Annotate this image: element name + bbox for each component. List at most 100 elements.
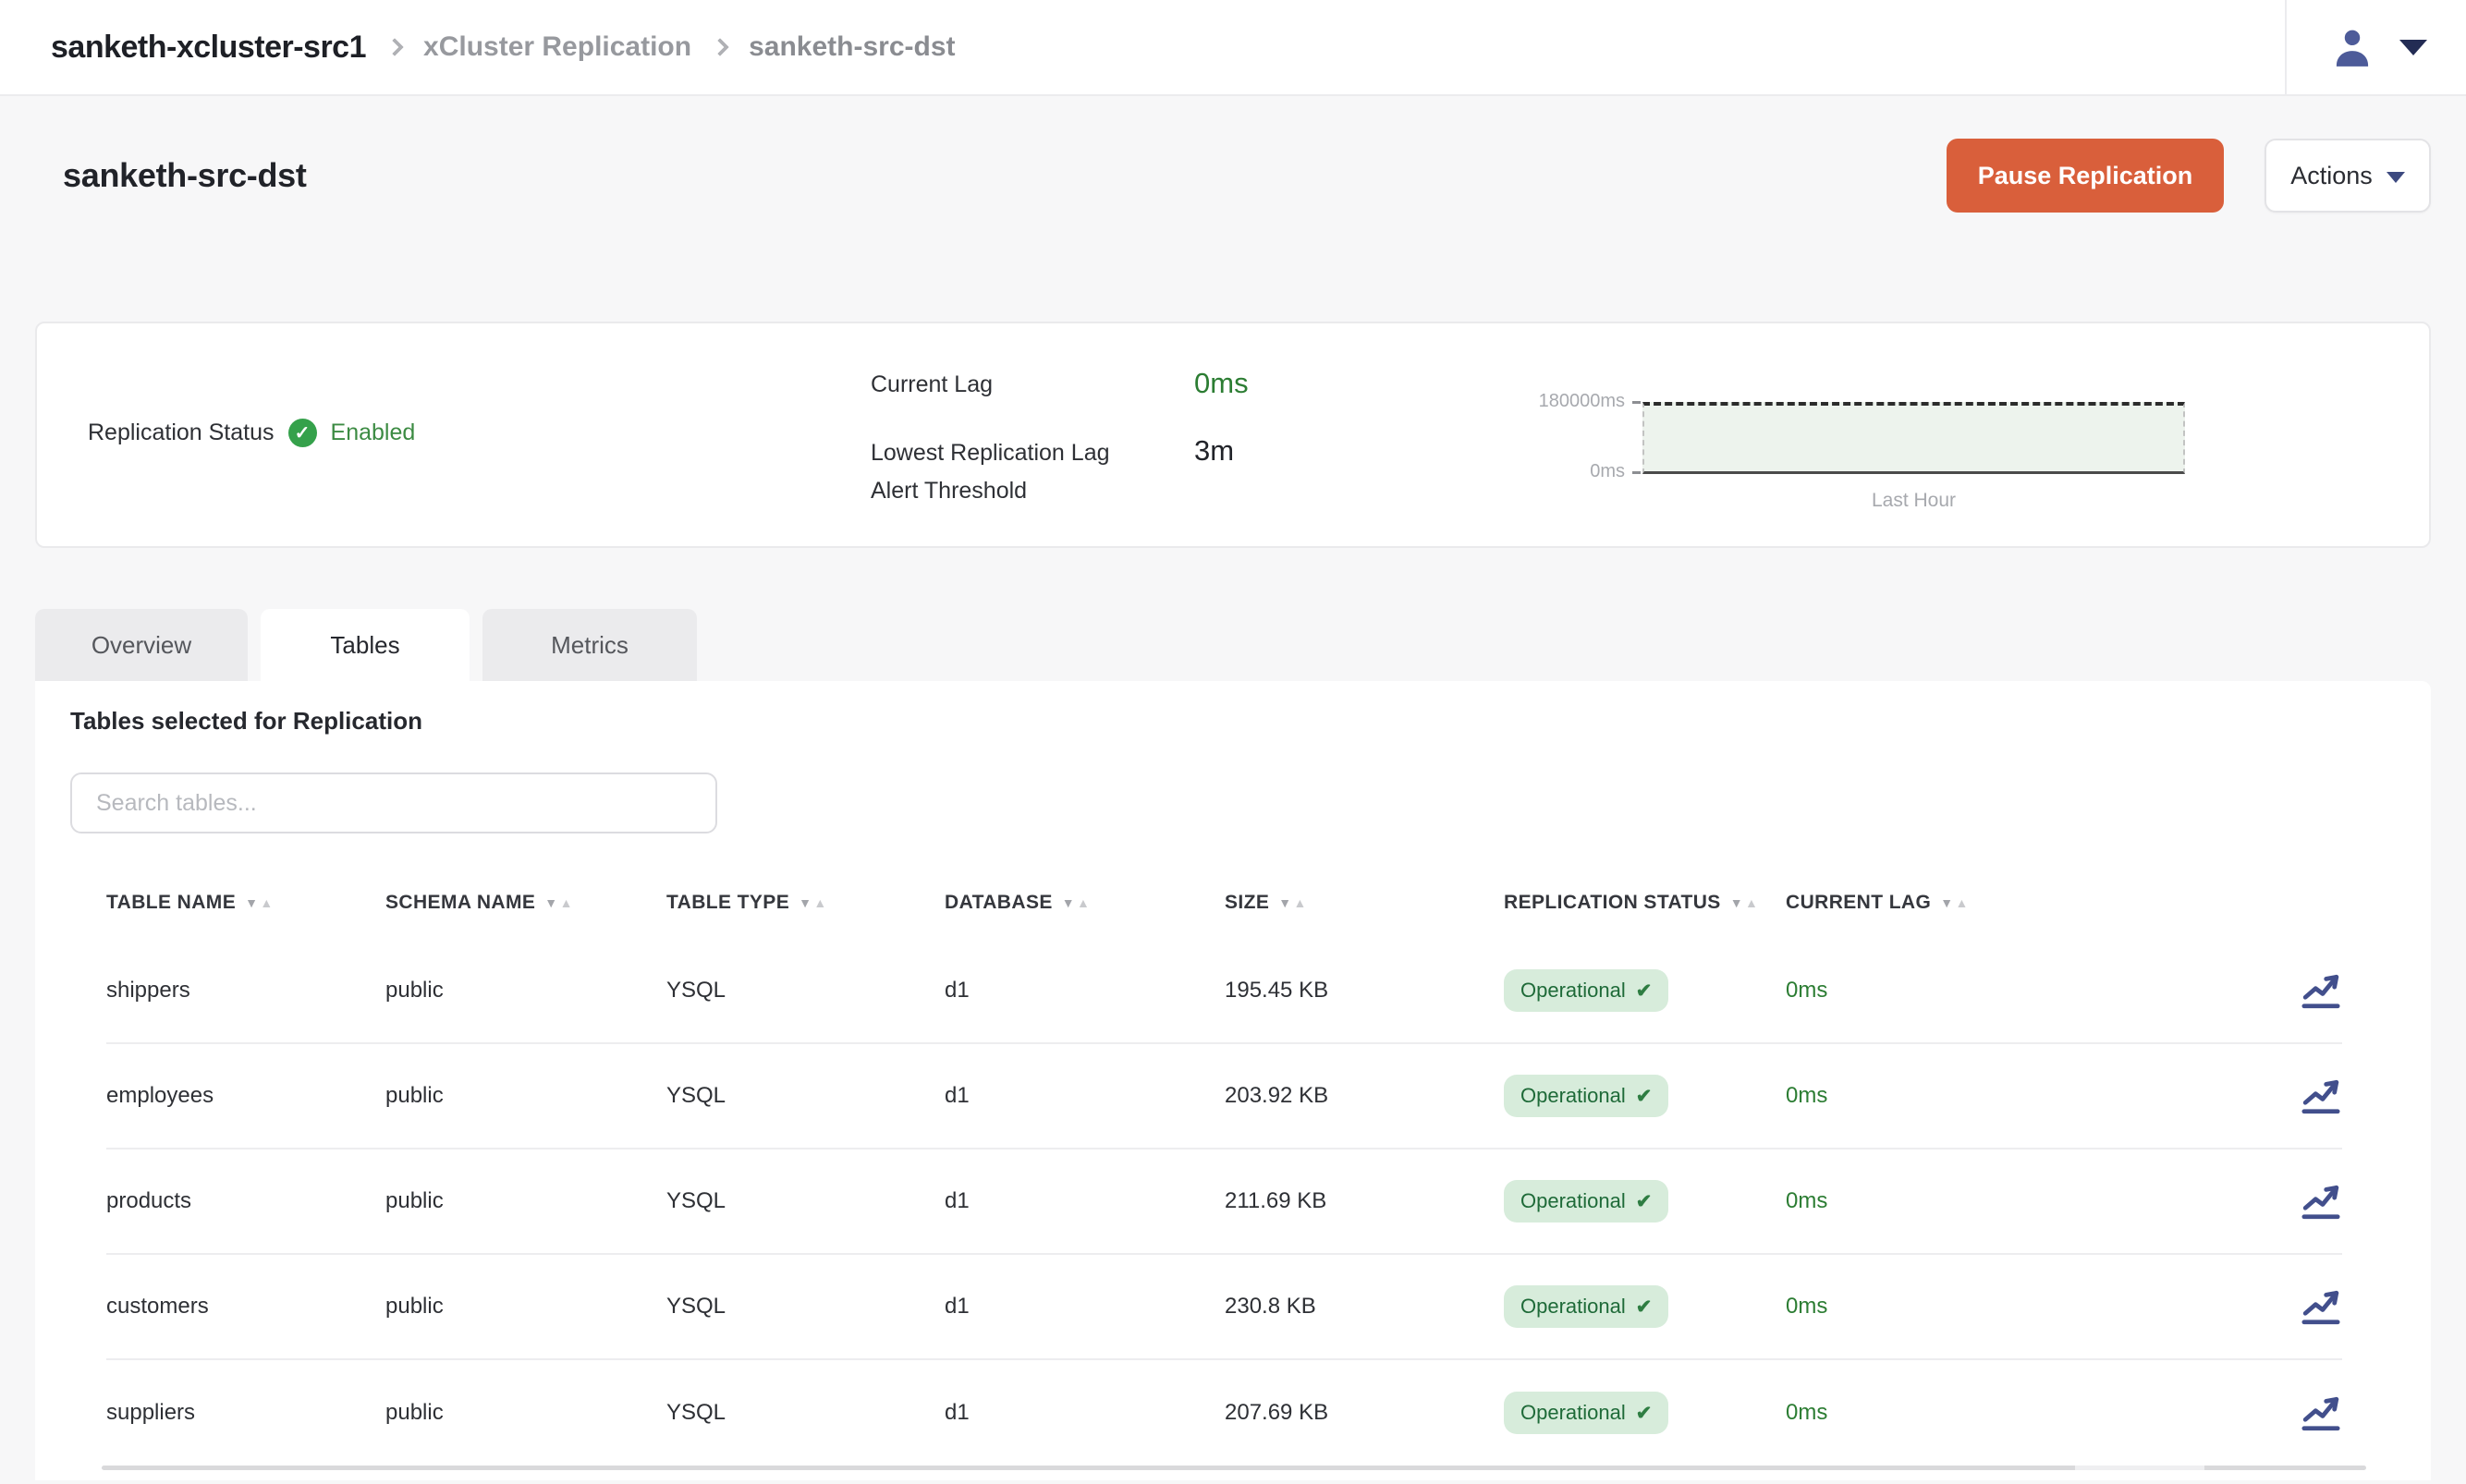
cell-table-type: YSQL: [666, 1294, 945, 1320]
page-header: sanketh-src-dst Pause Replication Action…: [35, 139, 2431, 213]
sort-icons: ▼▲: [544, 896, 573, 909]
table-row: shipperspublicYSQLd1195.45 KBOperational…: [106, 939, 2342, 1044]
breadcrumb-chevron-icon: [385, 38, 404, 56]
status-badge-label: Operational: [1520, 1189, 1626, 1213]
cell-size: 230.8 KB: [1225, 1294, 1504, 1320]
status-badge-check-icon: ✔: [1636, 1295, 1653, 1319]
page-title: sanketh-src-dst: [63, 156, 307, 195]
cell-size: 211.69 KB: [1225, 1188, 1504, 1214]
sort-asc-icon: ▲: [1956, 896, 1969, 909]
sort-desc-icon: ▼: [245, 896, 258, 909]
sort-asc-icon: ▲: [1745, 896, 1758, 909]
cell-schema-name: public: [385, 978, 666, 1004]
actions-button-label: Actions: [2290, 162, 2373, 190]
sort-desc-icon: ▼: [799, 896, 812, 909]
sort-icons: ▼▲: [1278, 896, 1307, 909]
cell-table-type: YSQL: [666, 978, 945, 1004]
column-header-schema-name[interactable]: SCHEMA NAME ▼▲: [385, 892, 666, 914]
trending-chart-icon: [2300, 1393, 2342, 1432]
column-header-replication-status[interactable]: REPLICATION STATUS▼▲: [1504, 892, 1786, 914]
lag-chart-ymin-tick: [1632, 471, 1641, 474]
tab-metrics[interactable]: Metrics: [482, 609, 697, 681]
cell-table-name: customers: [106, 1294, 385, 1320]
status-badge-label: Operational: [1520, 1084, 1626, 1108]
open-lag-chart-button[interactable]: [2300, 971, 2342, 1010]
cell-database: d1: [945, 978, 1225, 1004]
trending-chart-icon: [2300, 971, 2342, 1010]
column-header-database[interactable]: DATABASE ▼▲: [945, 892, 1225, 914]
column-header-label: CURRENT LAG: [1786, 892, 1931, 914]
trending-chart-icon: [2300, 1182, 2342, 1221]
pause-replication-button[interactable]: Pause Replication: [1947, 139, 2224, 213]
sort-asc-icon: ▲: [1077, 896, 1090, 909]
trending-chart-icon: [2300, 1287, 2342, 1326]
user-menu[interactable]: [2285, 0, 2466, 95]
cell-table-name: products: [106, 1188, 385, 1214]
column-header-table-type[interactable]: TABLE TYPE▼▲: [666, 892, 945, 914]
status-badge-check-icon: ✔: [1636, 1402, 1653, 1425]
status-badge: Operational ✔: [1504, 1285, 1668, 1328]
cell-schema-name: public: [385, 1400, 666, 1426]
user-menu-caret-icon: [2399, 40, 2427, 55]
table-row: customerspublicYSQLd1230.8 KBOperational…: [106, 1255, 2342, 1360]
cell-current-lag: 0ms: [1786, 978, 2292, 1004]
breadcrumb-chevron-icon: [711, 38, 729, 56]
cell-database: d1: [945, 1294, 1225, 1320]
main-content: sanketh-src-dst Pause Replication Action…: [0, 139, 2466, 1480]
open-lag-chart-button[interactable]: [2300, 1182, 2342, 1221]
sort-icons: ▼▲: [1940, 896, 1969, 909]
cell-replication-status: Operational ✔: [1504, 1075, 1786, 1117]
open-lag-chart-button[interactable]: [2300, 1287, 2342, 1326]
replication-status-card: Replication Status ✓ Enabled Current Lag…: [35, 322, 2431, 548]
status-badge-label: Operational: [1520, 1295, 1626, 1319]
header-buttons: Pause Replication Actions: [1947, 139, 2431, 213]
trending-chart-icon: [2300, 1077, 2342, 1115]
lag-alert-threshold-label-line1: Lowest Replication Lag: [871, 434, 1110, 472]
status-badge: Operational ✔: [1504, 969, 1668, 1012]
breadcrumb-item-1[interactable]: sanketh-xcluster-src1: [51, 30, 366, 66]
column-header-label: DATABASE: [945, 892, 1053, 914]
cell-replication-status: Operational ✔: [1504, 969, 1786, 1012]
cell-current-lag: 0ms: [1786, 1294, 2292, 1320]
status-badge-check-icon: ✔: [1636, 979, 1653, 1003]
column-header-size[interactable]: SIZE ▼▲: [1225, 892, 1504, 914]
search-tables-input[interactable]: [70, 772, 717, 833]
cell-size: 195.45 KB: [1225, 978, 1504, 1004]
column-header-label: SCHEMA NAME: [385, 892, 535, 914]
lag-alert-threshold-label: Lowest Replication Lag Alert Threshold: [871, 434, 1110, 510]
breadcrumb: sanketh-xcluster-src1 xCluster Replicatio…: [51, 30, 956, 66]
column-header-label: SIZE: [1225, 892, 1269, 914]
column-header-label: REPLICATION STATUS: [1504, 892, 1721, 914]
status-badge-label: Operational: [1520, 979, 1626, 1003]
horizontal-scrollbar[interactable]: [102, 1466, 2366, 1470]
sort-desc-icon: ▼: [1062, 896, 1075, 909]
lag-sparkline-chart: [1642, 402, 2185, 474]
replication-status-value: Enabled: [331, 420, 416, 446]
tab-tables[interactable]: Tables: [261, 609, 470, 681]
breadcrumb-item-3: sanketh-src-dst: [749, 31, 955, 63]
sort-desc-icon: ▼: [544, 896, 557, 909]
tab-overview[interactable]: Overview: [35, 609, 248, 681]
sort-desc-icon: ▼: [1278, 896, 1291, 909]
breadcrumb-item-2[interactable]: xCluster Replication: [423, 31, 691, 63]
status-badge-check-icon: ✔: [1636, 1085, 1653, 1108]
lag-chart-ymax-label: 180000ms: [1449, 391, 1625, 412]
current-lag-label: Current Lag: [871, 371, 993, 398]
tab-bar: OverviewTablesMetrics: [35, 609, 2431, 681]
cell-replication-status: Operational ✔: [1504, 1285, 1786, 1328]
actions-button[interactable]: Actions: [2265, 139, 2431, 213]
open-lag-chart-button[interactable]: [2300, 1393, 2342, 1432]
table-row: supplierspublicYSQLd1207.69 KBOperationa…: [106, 1360, 2342, 1466]
actions-caret-icon: [2387, 172, 2405, 183]
table-body: shipperspublicYSQLd1195.45 KBOperational…: [106, 939, 2342, 1466]
sort-icons: ▼▲: [245, 896, 274, 909]
cell-database: d1: [945, 1083, 1225, 1109]
column-header-current-lag[interactable]: CURRENT LAG ▼▲: [1786, 892, 2292, 914]
table-header-row: TABLE NAME▼▲SCHEMA NAME▼▲TABLE TYPE▼▲DAT…: [106, 867, 2342, 939]
open-lag-chart-button[interactable]: [2300, 1077, 2342, 1115]
column-header-table-name[interactable]: TABLE NAME▼▲: [106, 892, 385, 914]
status-badge-label: Operational: [1520, 1401, 1626, 1425]
sort-asc-icon: ▲: [813, 896, 826, 909]
cell-table-type: YSQL: [666, 1083, 945, 1109]
cell-database: d1: [945, 1188, 1225, 1214]
